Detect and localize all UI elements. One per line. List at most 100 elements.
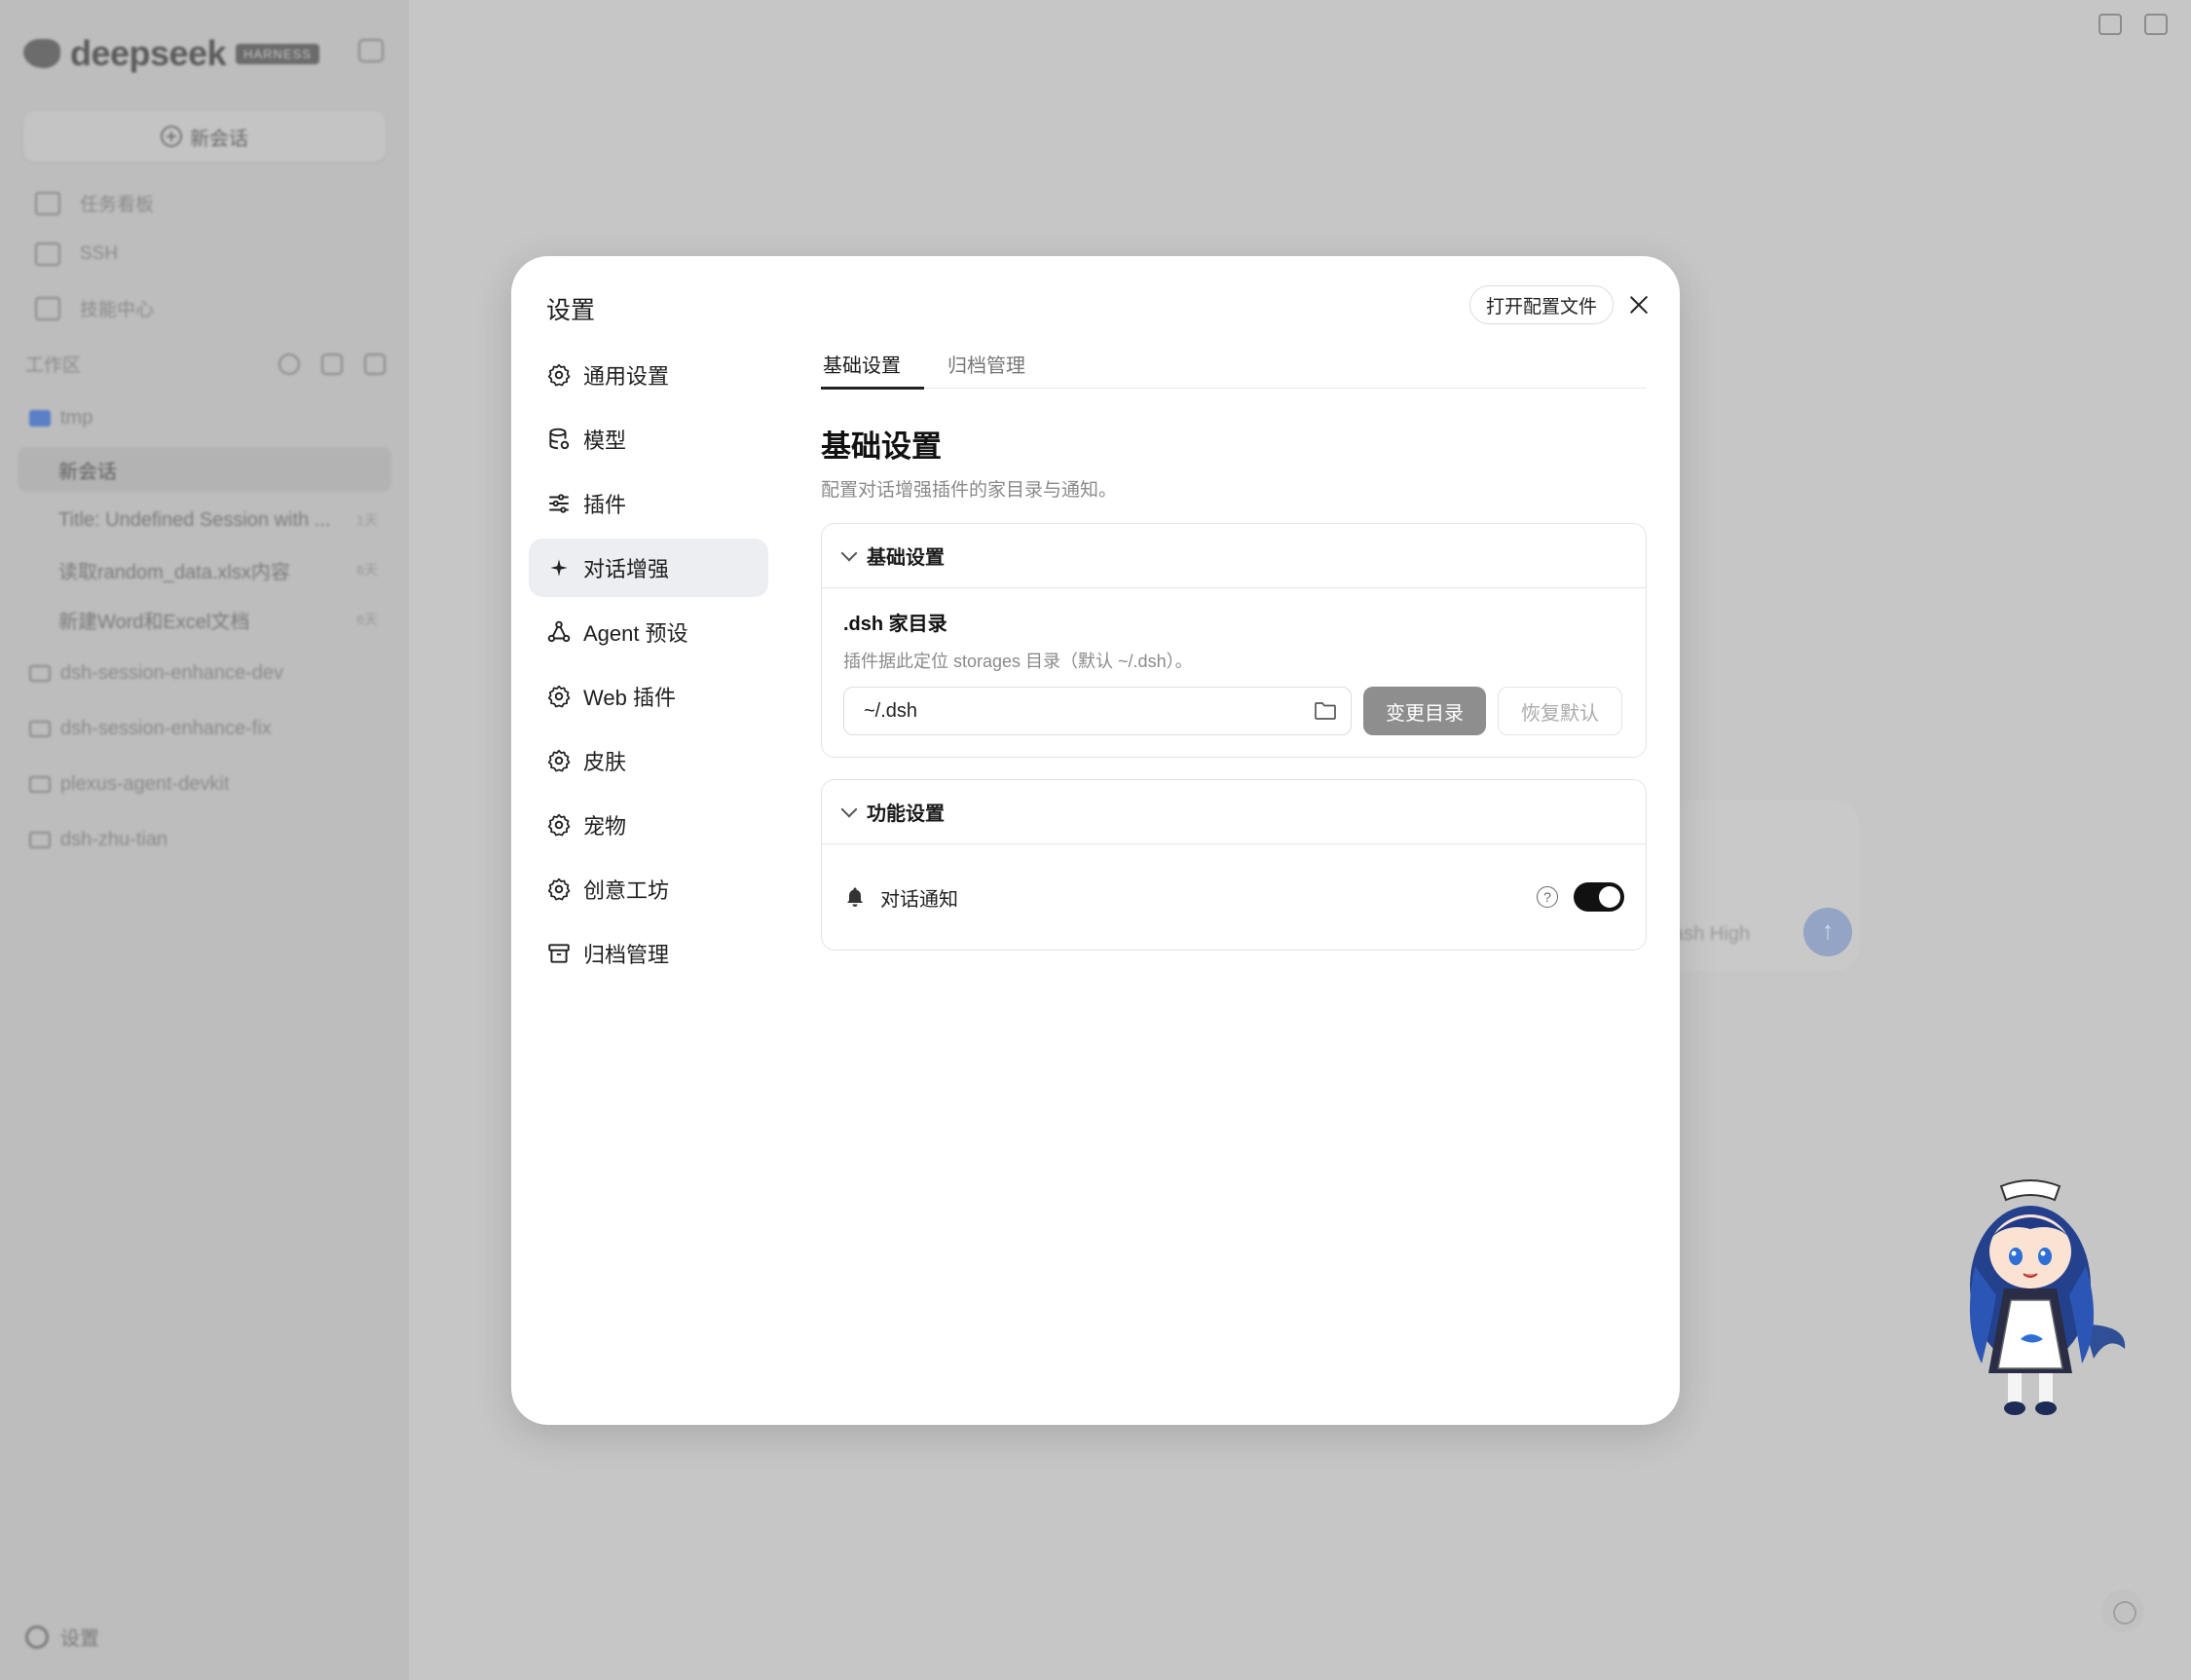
send-button[interactable] (1803, 908, 1852, 956)
menu-item-label: 通用设置 (583, 364, 670, 389)
menu-item-label: 对话增强 (583, 557, 670, 581)
session-item[interactable]: 新建Word和Excel文档 6天 (18, 597, 391, 642)
menu-item-agent-preset[interactable]: Agent 预设 (529, 603, 768, 661)
session-item[interactable]: 新会话 (18, 447, 391, 492)
model-selector[interactable]: ash High (1673, 923, 1750, 946)
skills-icon (35, 296, 60, 320)
power-icon[interactable] (2101, 1589, 2144, 1632)
logo-text: deepseek (70, 33, 227, 73)
reset-default-button[interactable]: 恢复默认 (1498, 687, 1622, 735)
archive-icon (548, 944, 570, 963)
menu-item-chat-enhance[interactable]: 对话增强 (529, 539, 768, 597)
session-age: 6天 (356, 612, 378, 627)
session-title: 新建Word和Excel文档 (58, 611, 250, 633)
folder-name: dsh-zhu-tian (60, 829, 168, 850)
help-icon[interactable]: ? (1537, 886, 1558, 908)
menu-item-archive[interactable]: 归档管理 (529, 924, 768, 983)
feature-settings-card: 功能设置 对话通知 ? (821, 779, 1647, 951)
gear-icon (547, 877, 571, 901)
folder-icon (29, 665, 51, 682)
database-icon (549, 428, 570, 450)
section-title: 基础设置 (821, 429, 942, 464)
session-item[interactable]: Title: Undefined Session with ... 1天 (18, 498, 391, 542)
sidebar-toggle-icon[interactable] (358, 39, 384, 62)
nav-item-ssh[interactable]: SSH (35, 243, 118, 266)
settings-menu: 通用设置 模型 插件 对话增强 Agent 预设 Web 插件 皮肤 宠物 创意… (529, 346, 768, 989)
search-icon[interactable] (279, 353, 300, 375)
new-chat-button[interactable]: 新会话 (23, 111, 386, 162)
dsh-home-label: .dsh 家目录 (843, 614, 947, 635)
chat-notification-row: 对话通知 ? (822, 844, 1646, 950)
agent-icon (547, 620, 571, 643)
menu-item-creative-workshop[interactable]: 创意工坊 (529, 860, 768, 918)
close-icon[interactable] (1625, 291, 1653, 318)
nav-item-label: SSH (80, 243, 119, 264)
menu-item-pets[interactable]: 宠物 (529, 796, 768, 854)
monitor-icon[interactable] (2098, 14, 2122, 35)
nav-item-skills[interactable]: 技能中心 (35, 295, 154, 321)
folder-item[interactable]: dsh-zhu-tian (29, 829, 167, 851)
folder-name: tmp (60, 407, 93, 429)
open-config-button[interactable]: 打开配置文件 (1469, 285, 1615, 324)
folder-item[interactable]: plexus-agent-devkit (29, 773, 229, 796)
tab-basic-settings[interactable]: 基础设置 (821, 340, 924, 390)
session-item[interactable]: 读取random_data.xlsx内容 6天 (18, 547, 391, 592)
chevron-down-icon (840, 801, 858, 817)
branch-icon[interactable] (321, 353, 343, 375)
menu-item-label: Web 插件 (583, 686, 676, 710)
gear-icon (547, 749, 571, 772)
gear-icon (547, 363, 571, 387)
menu-item-skins[interactable]: 皮肤 (529, 731, 768, 790)
chat-notification-label: 对话通知 (880, 888, 958, 911)
terminal-icon (35, 243, 60, 266)
panel-right-icon[interactable] (2144, 14, 2168, 35)
folder-item[interactable]: dsh-session-enhance-dev (29, 662, 283, 685)
session-age: 6天 (356, 562, 378, 578)
tab-archive-management[interactable]: 归档管理 (946, 340, 1027, 389)
menu-item-web-plugins[interactable]: Web 插件 (529, 667, 768, 726)
folder-icon[interactable] (1314, 700, 1337, 722)
sliders-icon (549, 494, 569, 513)
folder-name: dsh-session-enhance-fix (60, 718, 272, 739)
nav-item-label: 任务看板 (80, 195, 155, 215)
folder-tmp[interactable]: tmp (29, 407, 93, 429)
plus-circle-icon (161, 126, 182, 147)
dsh-home-input[interactable] (864, 699, 1292, 723)
card-title: 功能设置 (867, 803, 945, 825)
sparkle-icon (550, 559, 568, 577)
chat-notification-toggle[interactable] (1574, 882, 1624, 912)
bell-icon (847, 887, 863, 907)
menu-item-model[interactable]: 模型 (529, 410, 768, 468)
pet-mascot[interactable] (1957, 1178, 2133, 1422)
menu-item-label: 宠物 (583, 814, 627, 839)
dsh-home-hint: 插件据此定位 storages 目录（默认 ~/.dsh）。 (843, 652, 1193, 671)
new-chat-label: 新会话 (190, 128, 248, 150)
menu-item-label: 归档管理 (583, 943, 670, 967)
menu-item-plugins[interactable]: 插件 (529, 474, 768, 533)
workspace-header: 工作区 (25, 351, 386, 377)
basic-settings-header[interactable]: 基础设置 (822, 524, 1646, 588)
sidebar: deepseek HARNESS 新会话 任务看板 SSH 技能中心 工作区 t… (0, 0, 409, 1680)
gear-icon (547, 813, 571, 837)
session-age: 1天 (356, 512, 378, 528)
menu-item-label: 模型 (583, 429, 627, 453)
gear-icon (547, 685, 571, 708)
settings-label: 设置 (60, 1628, 99, 1650)
card-title: 基础设置 (867, 547, 945, 569)
basic-settings-card: 基础设置 .dsh 家目录 插件据此定位 storages 目录（默认 ~/.d… (821, 523, 1647, 758)
workspace-label: 工作区 (25, 355, 82, 376)
change-directory-button[interactable]: 变更目录 (1363, 687, 1486, 735)
feature-settings-header[interactable]: 功能设置 (822, 780, 1646, 844)
folder-icon (29, 410, 51, 427)
chevron-down-icon (840, 544, 858, 561)
section-description: 配置对话增强插件的家目录与通知。 (821, 480, 1118, 501)
settings-content: 基础设置 归档管理 基础设置 配置对话增强插件的家目录与通知。 基础设置 .ds… (821, 340, 1647, 951)
sidebar-settings-button[interactable]: 设置 (25, 1623, 99, 1651)
dsh-home-field (843, 687, 1352, 735)
whale-logo-icon (23, 39, 60, 68)
menu-item-general[interactable]: 通用设置 (529, 346, 768, 404)
folder-item[interactable]: dsh-session-enhance-fix (29, 718, 272, 740)
session-title: Title: Undefined Session with ... (58, 508, 331, 531)
nav-item-task-board[interactable]: 任务看板 (35, 190, 154, 216)
new-folder-icon[interactable] (364, 353, 386, 375)
